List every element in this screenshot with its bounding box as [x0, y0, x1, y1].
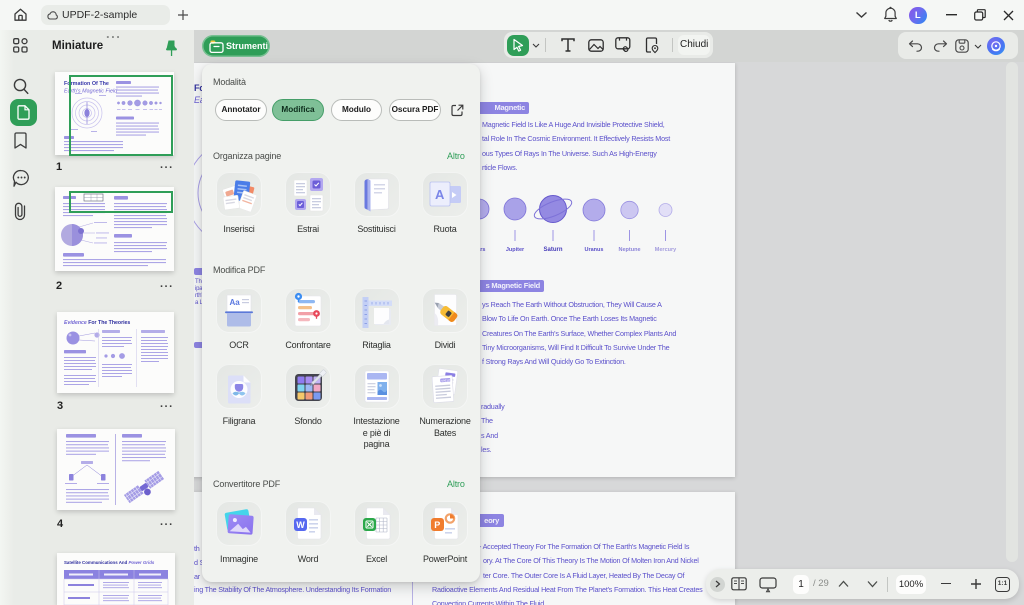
svg-text:000123: 000123 [441, 378, 452, 383]
svg-text:Saturn: Saturn [543, 247, 562, 253]
svg-text:A: A [435, 187, 445, 202]
svg-text:W: W [296, 520, 305, 530]
svg-text:Uranus: Uranus [585, 247, 604, 253]
svg-text:Mercury: Mercury [655, 247, 677, 253]
svg-text:Satellite Communications And P: Satellite Communications And Power Grids [64, 560, 155, 565]
svg-text:Evidence For The Theories: Evidence For The Theories [64, 320, 130, 326]
svg-text:Aa: Aa [230, 298, 241, 307]
svg-text:P: P [434, 520, 440, 530]
svg-text:Neptune: Neptune [619, 247, 641, 253]
svg-text:Jupiter: Jupiter [506, 247, 525, 253]
